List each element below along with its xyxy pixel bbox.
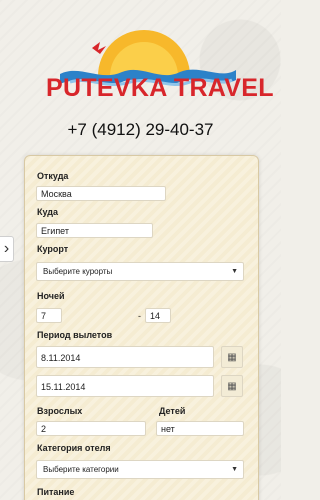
chevron-down-icon: ▼: [231, 466, 238, 473]
nights-separator: -: [138, 311, 141, 321]
period-start-field[interactable]: 8.11.2014: [36, 346, 214, 368]
adults-field[interactable]: 2: [36, 421, 146, 436]
from-field[interactable]: Москва: [36, 186, 166, 201]
period-label: Период вылетов: [37, 330, 113, 340]
from-label: Откуда: [37, 171, 69, 181]
chevron-down-icon: ▼: [231, 268, 238, 275]
tour-search-form: Откуда Москва Куда Египет Курорт Выберит…: [24, 155, 259, 500]
meals-label: Питание: [37, 487, 75, 497]
adults-label: Взрослых: [37, 406, 83, 416]
calendar-icon[interactable]: ▦: [221, 346, 243, 368]
hotel-category-label: Категория отеля: [37, 443, 111, 453]
hotel-category-select-value: Выберите категории: [43, 465, 119, 474]
resort-select-value: Выберите курорты: [43, 267, 113, 276]
chevron-right-icon: ›: [3, 240, 10, 257]
children-label: Детей: [159, 406, 186, 416]
nights-from-field[interactable]: 7: [36, 308, 62, 323]
nights-to-field[interactable]: 14: [145, 308, 171, 323]
hotel-category-select[interactable]: Выберите категории ▼: [36, 460, 244, 479]
period-end-field[interactable]: 15.11.2014: [36, 375, 214, 397]
side-panel-toggle[interactable]: ›: [0, 236, 14, 262]
to-label: Куда: [37, 207, 58, 217]
to-field[interactable]: Египет: [36, 223, 153, 238]
resort-label: Курорт: [37, 244, 69, 254]
nights-label: Ночей: [37, 291, 65, 301]
phone-number[interactable]: +7 (4912) 29-40-37: [0, 120, 281, 140]
resort-select[interactable]: Выберите курорты ▼: [36, 262, 244, 281]
children-field[interactable]: нет: [156, 421, 244, 436]
calendar-icon[interactable]: ▦: [221, 375, 243, 397]
brand-name: PUTEVKA TRAVEL: [46, 74, 274, 102]
